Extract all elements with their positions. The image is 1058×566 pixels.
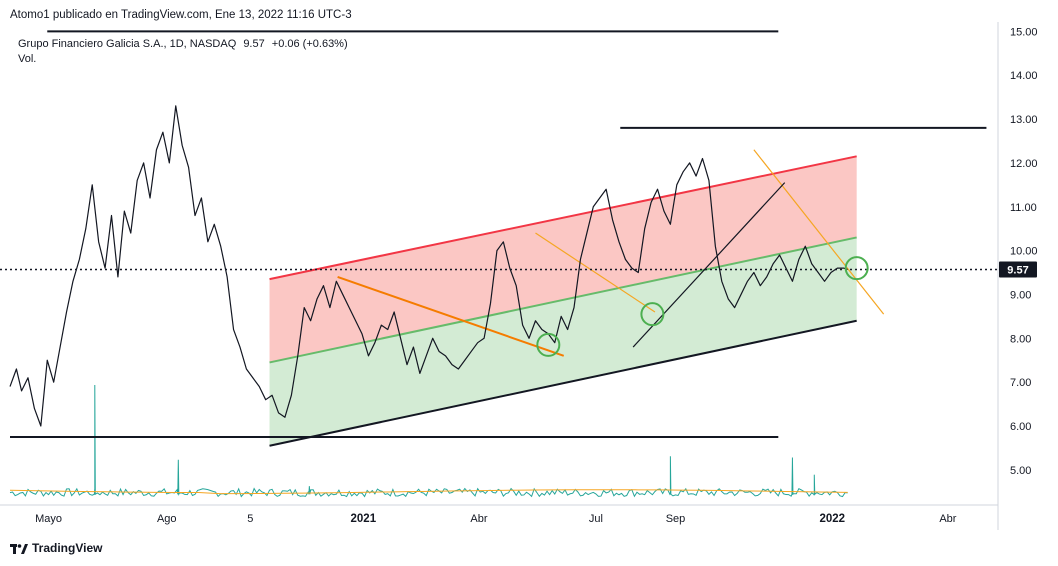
price-tick-label: 13.00: [1010, 114, 1038, 126]
time-tick-label: Abr: [939, 513, 956, 525]
price-tick-label: 7.00: [1010, 377, 1031, 389]
price-tick-label: 8.00: [1010, 333, 1031, 345]
price-tick-label: 10.00: [1010, 246, 1038, 258]
price-tick-label: 11.00: [1010, 202, 1037, 214]
time-tick-label: Abr: [470, 513, 487, 525]
tradingview-logo-icon: [10, 543, 28, 554]
price-tick-label: 6.00: [1010, 421, 1031, 433]
time-tick-label: Ago: [157, 513, 177, 525]
price-chart[interactable]: 5.00 6.00 7.00 8.00 9.00 10.00 11.00 12.00 13.00…: [0, 0, 1058, 566]
time-tick-label: Jul: [589, 513, 603, 525]
time-tick-label: Sep: [666, 513, 686, 525]
time-tick-label: 5: [247, 513, 253, 525]
price-tick-label: 9.00: [1010, 289, 1031, 301]
price-tick-label: 12.00: [1010, 158, 1038, 170]
price-tick-label: 15.00: [1010, 26, 1038, 38]
price-tick-label: 5.00: [1010, 465, 1031, 477]
time-tick-label: 2022: [819, 513, 845, 525]
last-price-badge-label: 9.57: [1007, 264, 1028, 276]
time-tick-label: Mayo: [35, 513, 62, 525]
price-tick-label: 14.00: [1010, 70, 1038, 82]
time-tick-label: 2021: [351, 513, 377, 525]
tradingview-footer[interactable]: TradingView: [10, 541, 102, 555]
tradingview-brand: TradingView: [32, 541, 103, 555]
